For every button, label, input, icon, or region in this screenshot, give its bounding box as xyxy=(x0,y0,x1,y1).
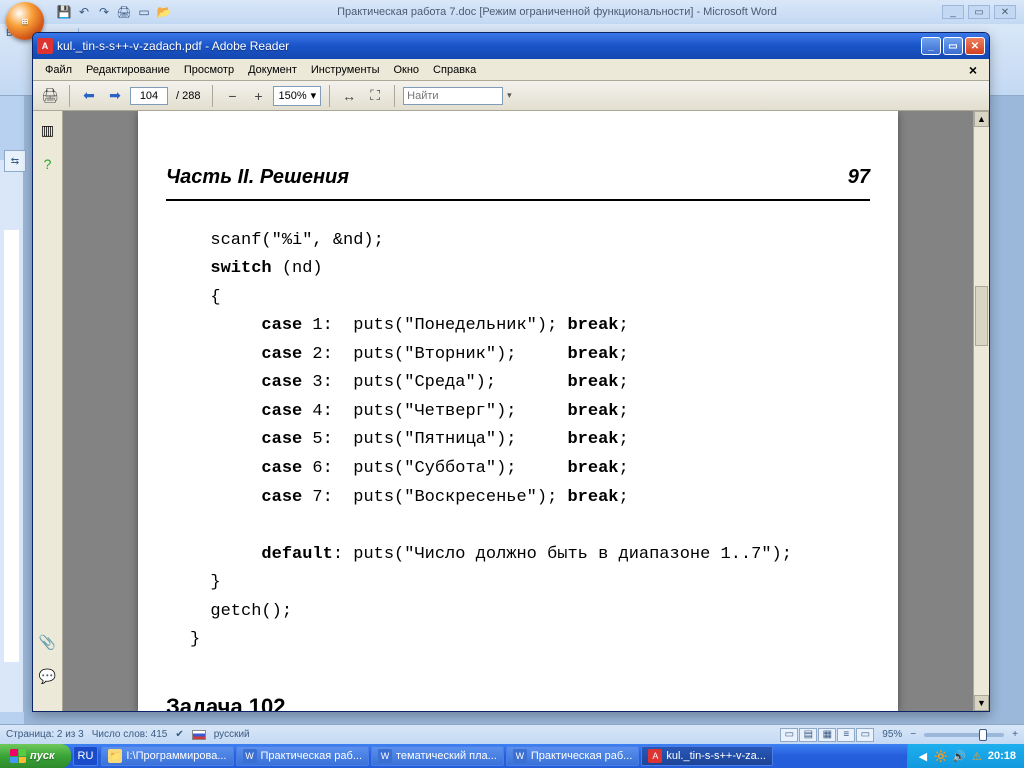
word-title: Практическая работа 7.doc [Режим огранич… xyxy=(172,6,942,18)
view-buttons: ▭ ▤ ▦ ≡ ▭ xyxy=(780,728,874,742)
zoom-select[interactable]: 150%▾ xyxy=(273,86,321,106)
menu-help[interactable]: Справка xyxy=(427,62,482,78)
page-number-input[interactable] xyxy=(130,87,168,105)
tray-shield-icon[interactable]: ⚠ xyxy=(970,749,984,763)
fit-width-button[interactable]: ↔ xyxy=(338,85,360,107)
reader-toolbar: 🖨 ⬅ ➡ / 288 − + 150%▾ ↔ ⛶ ▾ xyxy=(33,81,989,111)
reader-close-button[interactable]: ✕ xyxy=(965,37,985,55)
taskbar-item[interactable]: Wтематический пла... xyxy=(371,746,504,766)
word-icon: W xyxy=(513,749,527,763)
word-icon: W xyxy=(243,749,257,763)
zoom-out-button[interactable]: − xyxy=(910,729,916,740)
web-layout-view[interactable]: ▦ xyxy=(818,728,836,742)
code-block: scanf("%i", &nd); switch (nd) { case 1: … xyxy=(166,227,870,655)
outline-view[interactable]: ≡ xyxy=(837,728,855,742)
zoom-out-button[interactable]: − xyxy=(221,85,243,107)
task-title: Задача 102 xyxy=(166,689,870,711)
page-total: / 288 xyxy=(172,90,204,102)
reader-menubar: Файл Редактирование Просмотр Документ Ин… xyxy=(33,59,989,81)
find-input[interactable] xyxy=(403,87,503,105)
tray-icon[interactable]: 🔊 xyxy=(952,749,966,763)
pdf-page: Часть II. Решения 97 scanf("%i", &nd); s… xyxy=(138,111,898,711)
taskbar-item[interactable]: WПрактическая раб... xyxy=(506,746,640,766)
print-layout-view[interactable]: ▭ xyxy=(780,728,798,742)
restore-button[interactable]: ▭ xyxy=(968,5,990,19)
pages-panel-icon[interactable]: ▥ xyxy=(39,121,57,139)
menu-edit[interactable]: Редактирование xyxy=(80,62,176,78)
reader-sidebar: ▥ ? 📎 💬 xyxy=(33,111,63,711)
fit-page-button[interactable]: ⛶ xyxy=(364,85,386,107)
tray-icon[interactable]: 🔆 xyxy=(934,749,948,763)
word-titlebar[interactable]: ⊞ 💾 ↶ ↷ 🖨 ▭ 📂 Практическая работа 7.doc … xyxy=(0,0,1024,24)
adobe-reader-window: A kul._tin-s-s++-v-zadach.pdf - Adobe Re… xyxy=(32,32,990,712)
page-header-left: Часть II. Решения xyxy=(166,161,349,195)
print-button[interactable]: 🖨 xyxy=(39,85,61,107)
word-status-bar: Страница: 2 из 3 Число слов: 415 ✔ русск… xyxy=(0,724,1024,744)
tray-icon[interactable]: ◀ xyxy=(916,749,930,763)
taskbar-item[interactable]: WПрактическая раб... xyxy=(236,746,370,766)
reader-title: kul._tin-s-s++-v-zadach.pdf - Adobe Read… xyxy=(57,39,921,53)
status-words[interactable]: Число слов: 415 xyxy=(92,729,168,740)
menu-tools[interactable]: Инструменты xyxy=(305,62,386,78)
minimize-button[interactable]: _ xyxy=(942,5,964,19)
print-icon[interactable]: 🖨 xyxy=(116,4,132,20)
taskbar-clock[interactable]: 20:18 xyxy=(988,750,1016,762)
taskbar-item[interactable]: 📁I:\Программирова... xyxy=(101,746,233,766)
comments-icon[interactable]: 💬 xyxy=(39,667,57,685)
proofing-icon[interactable]: ✔ xyxy=(175,729,183,740)
doc-close-button[interactable]: × xyxy=(963,60,983,80)
taskbar: пуск RU 📁I:\Программирова... WПрактическ… xyxy=(0,744,1024,768)
scroll-down-button[interactable]: ▼ xyxy=(974,695,989,711)
language-flag-icon xyxy=(192,730,206,740)
word-window-controls: _ ▭ ✕ xyxy=(942,5,1016,19)
open-icon[interactable]: 📂 xyxy=(156,4,172,20)
full-screen-view[interactable]: ▤ xyxy=(799,728,817,742)
system-tray: ◀ 🔆 🔊 ⚠ 20:18 xyxy=(907,744,1024,768)
status-language[interactable]: русский xyxy=(214,729,250,740)
redo-icon[interactable]: ↷ xyxy=(96,4,112,20)
zoom-in-button[interactable]: + xyxy=(1012,729,1018,740)
close-button[interactable]: ✕ xyxy=(994,5,1016,19)
windows-logo-icon xyxy=(10,749,26,763)
quick-access-toolbar: 💾 ↶ ↷ 🖨 ▭ 📂 xyxy=(56,4,172,20)
pdf-icon: A xyxy=(648,749,662,763)
reader-minimize-button[interactable]: _ xyxy=(921,37,941,55)
vertical-scrollbar[interactable]: ▲ ▼ xyxy=(973,111,989,711)
folder-icon: 📁 xyxy=(108,749,122,763)
help-icon[interactable]: ? xyxy=(39,155,57,173)
word-icon: W xyxy=(378,749,392,763)
chevron-down-icon[interactable]: ▾ xyxy=(507,90,512,101)
undo-icon[interactable]: ↶ xyxy=(76,4,92,20)
page-number: 97 xyxy=(848,161,870,195)
start-button[interactable]: пуск xyxy=(0,744,71,768)
collapsed-panel-left[interactable]: ⇆ xyxy=(4,150,26,172)
next-page-button[interactable]: ➡ xyxy=(104,85,126,107)
language-indicator[interactable]: RU xyxy=(73,746,99,766)
menu-file[interactable]: Файл xyxy=(39,62,78,78)
new-icon[interactable]: ▭ xyxy=(136,4,152,20)
reader-body: ▥ ? 📎 💬 Часть II. Решения 97 scanf("%i",… xyxy=(33,111,989,711)
zoom-slider[interactable] xyxy=(924,733,1004,737)
vertical-ruler xyxy=(0,160,24,712)
page-viewport[interactable]: Часть II. Решения 97 scanf("%i", &nd); s… xyxy=(63,111,973,711)
draft-view[interactable]: ▭ xyxy=(856,728,874,742)
menu-view[interactable]: Просмотр xyxy=(178,62,240,78)
status-page[interactable]: Страница: 2 из 3 xyxy=(6,729,84,740)
scroll-thumb[interactable] xyxy=(975,286,988,346)
scroll-up-button[interactable]: ▲ xyxy=(974,111,989,127)
prev-page-button[interactable]: ⬅ xyxy=(78,85,100,107)
reader-titlebar[interactable]: A kul._tin-s-s++-v-zadach.pdf - Adobe Re… xyxy=(33,33,989,59)
chevron-down-icon: ▾ xyxy=(311,89,317,102)
attachments-icon[interactable]: 📎 xyxy=(39,633,57,651)
taskbar-item-active[interactable]: Akul._tin-s-s++-v-za... xyxy=(641,746,773,766)
zoom-in-button[interactable]: + xyxy=(247,85,269,107)
zoom-value[interactable]: 95% xyxy=(882,729,902,740)
pdf-icon: A xyxy=(37,38,53,54)
reader-maximize-button[interactable]: ▭ xyxy=(943,37,963,55)
menu-window[interactable]: Окно xyxy=(387,62,425,78)
menu-document[interactable]: Документ xyxy=(242,62,303,78)
save-icon[interactable]: 💾 xyxy=(56,4,72,20)
